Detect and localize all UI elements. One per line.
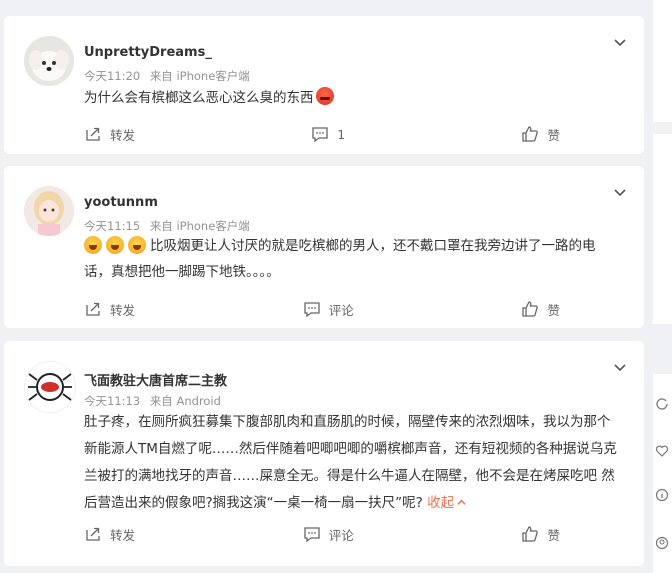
avatar[interactable] xyxy=(24,361,76,413)
repost-button[interactable]: 转发 xyxy=(84,525,135,544)
thumbs-up-icon xyxy=(522,301,539,317)
repost-icon xyxy=(86,527,100,541)
crying-emoji-icon xyxy=(106,236,124,254)
comment-actions: 转发 评论 赞 xyxy=(84,522,560,546)
comment-card: UnprettyDreams_ 今天11:20 来自 iPhone客户端 为什么… xyxy=(4,16,644,154)
comment-button[interactable]: 1 xyxy=(311,125,345,143)
comment-actions: 转发 评论 赞 xyxy=(84,297,560,321)
comment-button[interactable]: 评论 xyxy=(303,525,354,544)
comment-body: 为什么会有槟榔这么恶心这么臭的东西 xyxy=(84,90,314,106)
comment-text: 肚子疼，在厕所疯狂募集下腹部肌肉和直肠肌的时候，隔壁传来的浓烈烟味，我以为那个新… xyxy=(84,409,619,517)
sidebar-card xyxy=(653,0,672,122)
timestamp: 今天11:20 xyxy=(84,69,141,83)
comment-card: yootunnm 今天11:15 来自 iPhone客户端 比吸烟更让人讨厌的就… xyxy=(4,166,644,328)
repost-label: 转发 xyxy=(110,127,136,143)
sidebar-card xyxy=(653,134,672,324)
comment-label: 评论 xyxy=(328,527,354,543)
comment-body: 肚子疼，在厕所疯狂募集下腹部肌肉和直肠肌的时候，隔壁传来的浓烈烟味，我以为那个新… xyxy=(84,414,617,511)
sidebar-card xyxy=(653,374,672,573)
like-button[interactable]: 赞 xyxy=(521,300,560,319)
username[interactable]: yootunnm xyxy=(84,195,158,210)
repost-icon xyxy=(86,127,100,141)
source: 来自 Android xyxy=(149,394,221,408)
collapse-link[interactable]: 收起 xyxy=(427,495,467,511)
source: 来自 iPhone客户端 xyxy=(149,219,250,233)
user-icon[interactable] xyxy=(655,536,669,550)
angry-emoji-icon xyxy=(315,87,334,105)
avatar[interactable] xyxy=(24,186,74,236)
comment-meta: 今天11:13 来自 Android xyxy=(84,393,221,409)
like-button[interactable]: 赞 xyxy=(521,525,560,544)
repost-label: 转发 xyxy=(110,527,136,543)
comment-count: 1 xyxy=(337,126,346,142)
thumbs-up-icon xyxy=(522,126,539,142)
timestamp: 今天11:15 xyxy=(84,219,141,233)
chevron-up-icon xyxy=(457,499,466,505)
comment-text: 为什么会有槟榔这么恶心这么臭的东西 xyxy=(84,86,619,112)
repost-icon xyxy=(86,302,100,316)
source: 来自 iPhone客户端 xyxy=(149,69,250,83)
comment-meta: 今天11:20 来自 iPhone客户端 xyxy=(84,68,250,84)
chevron-down-icon[interactable] xyxy=(612,184,628,200)
comment-meta: 今天11:15 来自 iPhone客户端 xyxy=(84,218,250,234)
thumbs-up-icon xyxy=(522,526,539,542)
repost-button[interactable]: 转发 xyxy=(84,125,135,144)
username[interactable]: UnprettyDreams_ xyxy=(84,45,212,60)
username[interactable]: 飞面教驻大唐首席二主教 xyxy=(84,370,227,389)
heart-icon[interactable] xyxy=(655,444,669,458)
like-button[interactable]: 赞 xyxy=(521,125,560,144)
repost-label: 转发 xyxy=(110,302,136,318)
like-label: 赞 xyxy=(547,302,560,318)
like-label: 赞 xyxy=(547,527,560,543)
comment-actions: 转发 1 赞 xyxy=(84,122,560,146)
refresh-icon[interactable] xyxy=(655,396,669,410)
comment-icon xyxy=(312,127,328,143)
comment-body: 比吸烟更让人讨厌的就是吃槟榔的男人，还不戴口罩在我旁边讲了一路的电话，真想把他一… xyxy=(84,238,596,280)
crying-emoji-icon xyxy=(128,236,146,254)
info-icon[interactable] xyxy=(655,488,669,502)
chevron-down-icon[interactable] xyxy=(612,359,628,375)
like-label: 赞 xyxy=(547,127,560,143)
comment-icon xyxy=(304,527,320,543)
timestamp: 今天11:13 xyxy=(84,394,141,408)
crying-emoji-icon xyxy=(84,236,102,254)
comment-button[interactable]: 评论 xyxy=(303,300,354,319)
repost-button[interactable]: 转发 xyxy=(84,300,135,319)
comment-text: 比吸烟更让人讨厌的就是吃槟榔的男人，还不戴口罩在我旁边讲了一路的电话，真想把他一… xyxy=(84,234,619,285)
collapse-label: 收起 xyxy=(427,495,455,511)
comment-icon xyxy=(304,302,320,318)
avatar[interactable] xyxy=(24,36,74,86)
right-sidebar xyxy=(653,0,672,573)
chevron-down-icon[interactable] xyxy=(612,34,628,50)
comment-card: 飞面教驻大唐首席二主教 今天11:13 来自 Android 肚子疼，在厕所疯狂… xyxy=(4,341,644,566)
comment-label: 评论 xyxy=(328,302,354,318)
